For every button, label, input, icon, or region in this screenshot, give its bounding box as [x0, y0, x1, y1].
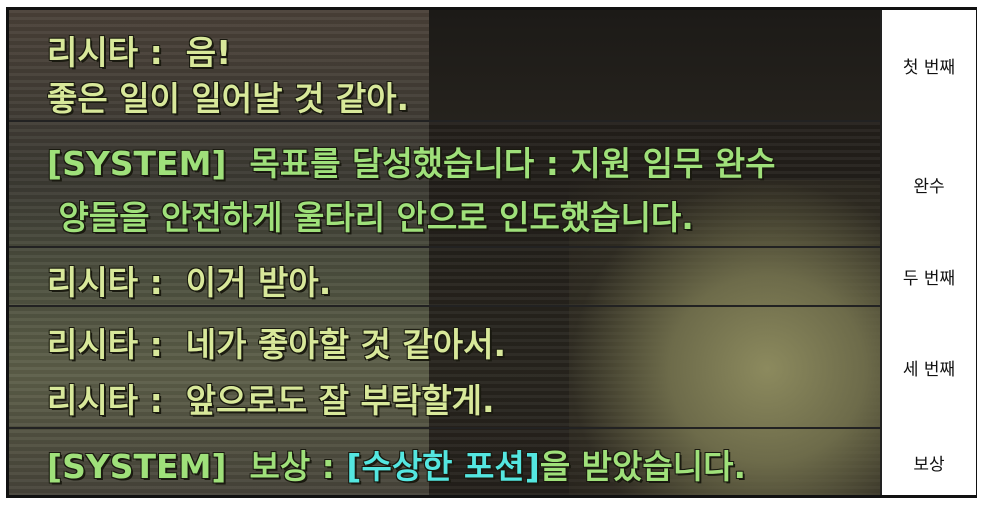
separator: :	[138, 263, 186, 302]
chat-text: 보상 :	[226, 447, 347, 486]
row-label: 세 번째	[902, 359, 956, 380]
chat-line: 리시타 : 음!	[47, 26, 231, 74]
chat-row-third: 리시타 : 네가 좋아할 것 같아서. 리시타 : 앞으로도 잘 부탁할게.	[9, 306, 880, 428]
speaker-name: 리시타	[47, 325, 139, 364]
chat-row-first: 리시타 : 음! 좋은 일이 일어날 것 같아.	[9, 10, 880, 121]
row-divider	[9, 427, 974, 429]
chat-text: 이거 받아.	[185, 263, 332, 302]
separator: :	[138, 33, 186, 72]
chat-text: 을 받았습니다.	[539, 447, 747, 486]
row-divider	[9, 120, 974, 122]
chat-row-second: 리시타 : 이거 받아.	[9, 247, 880, 306]
chat-text: 음!	[185, 33, 232, 72]
speaker-name: 리시타	[47, 263, 139, 302]
chat-log-figure: 리시타 : 음! 좋은 일이 일어날 것 같아. [SYSTEM] 목표를 달성…	[6, 7, 977, 498]
chat-text: 양들을 안전하게 울타리 안으로 인도했습니다.	[47, 198, 694, 237]
separator: :	[138, 381, 186, 420]
chat-line: 리시타 : 앞으로도 잘 부탁할게.	[47, 374, 495, 422]
chat-text: 목표를 달성했습니다 : 지원 임무 완수	[226, 144, 776, 183]
speaker-name: 리시타	[47, 33, 139, 72]
chat-line: [SYSTEM] 보상 : [수상한 포션]을 받았습니다.	[47, 440, 746, 488]
chat-line: [SYSTEM] 목표를 달성했습니다 : 지원 임무 완수	[47, 137, 776, 185]
item-name: [수상한 포션]	[346, 447, 540, 486]
chat-row-reward: [SYSTEM] 보상 : [수상한 포션]을 받았습니다.	[9, 428, 880, 495]
row-divider	[9, 305, 974, 307]
chat-text: 좋은 일이 일어날 것 같아.	[47, 79, 410, 118]
label-column: 첫 번째 완수 두 번째 세 번째 보상	[880, 10, 976, 495]
chat-row-complete: [SYSTEM] 목표를 달성했습니다 : 지원 임무 완수 양들을 안전하게 …	[9, 121, 880, 247]
chat-line: 좋은 일이 일어날 것 같아.	[47, 72, 409, 120]
row-label: 완수	[913, 176, 945, 197]
separator: :	[138, 325, 186, 364]
row-label: 보상	[913, 454, 945, 475]
speaker-name: 리시타	[47, 381, 139, 420]
chat-line: 리시타 : 이거 받아.	[47, 256, 331, 304]
game-scene-background: 리시타 : 음! 좋은 일이 일어날 것 같아. [SYSTEM] 목표를 달성…	[9, 10, 880, 495]
row-label: 두 번째	[902, 269, 956, 289]
row-label: 첫 번째	[902, 57, 956, 78]
system-tag: [SYSTEM]	[47, 447, 227, 486]
row-divider	[9, 246, 974, 248]
chat-text: 네가 좋아할 것 같아서.	[185, 325, 507, 364]
chat-line: 리시타 : 네가 좋아할 것 같아서.	[47, 318, 506, 366]
chat-line: 양들을 안전하게 울타리 안으로 인도했습니다.	[47, 191, 694, 239]
chat-text: 앞으로도 잘 부탁할게.	[185, 381, 495, 420]
system-tag: [SYSTEM]	[47, 144, 227, 183]
